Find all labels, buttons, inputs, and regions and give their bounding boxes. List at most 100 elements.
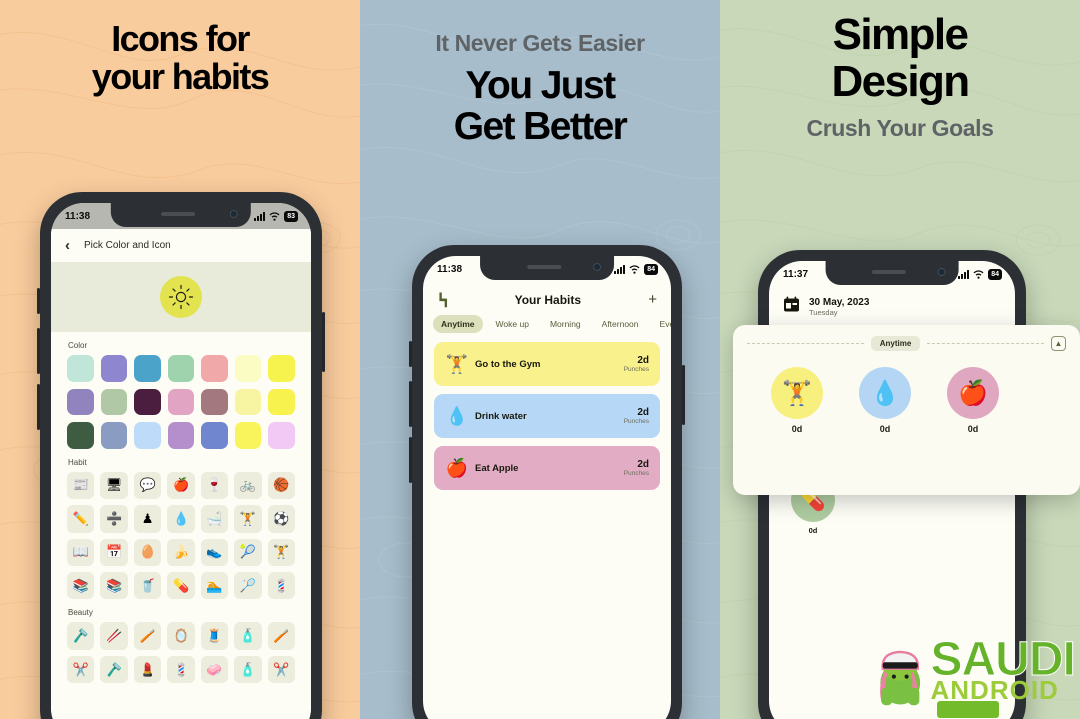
habit-circle-item[interactable]: 🏋 0d (771, 367, 823, 434)
color-swatch[interactable] (167, 388, 195, 416)
color-swatch[interactable] (67, 422, 94, 449)
tennis-racket-icon[interactable]: 🎾 (234, 538, 262, 567)
weightlifter-icon[interactable]: 🏋 (234, 505, 262, 533)
color-swatch[interactable] (100, 355, 128, 382)
color-swatch[interactable] (167, 355, 195, 382)
lipstick-icon[interactable]: 💄 (133, 655, 162, 684)
toothbrush-icon[interactable]: 🪥 (133, 622, 162, 650)
soap-bar-icon[interactable]: 🧼 (200, 655, 229, 684)
pencil-icon[interactable]: ✏️ (67, 505, 95, 533)
anytime-overlay-card[interactable]: Anytime ▲ 🏋 0d 💧 0d 🍎 0d (733, 325, 1080, 495)
running-shoe-icon[interactable]: 👟 (200, 538, 229, 567)
battery-indicator: 83 (284, 210, 298, 222)
chat-bubble-icon[interactable]: 💬 (133, 471, 162, 500)
tweezers-icon[interactable]: ✂️ (67, 655, 95, 684)
habit-icon-grid[interactable]: 📰 🖥 💬 🍎 🍷 🚲 🏀 ✏️ ➗ ♟ 💧 🛁 🏋 ⚽ 📖 📅 🥚 🍌 👟 🎾 🏋 📚 📚 🥤 💊 🏊 🏸 💈 (51, 471, 311, 600)
color-swatch-grid[interactable] (51, 355, 311, 449)
overlay-habit-circles[interactable]: 🏋 0d 💧 0d 🍎 0d (733, 351, 1080, 434)
color-swatch[interactable] (100, 422, 128, 449)
color-swatch[interactable] (67, 355, 94, 382)
front-camera-icon (937, 268, 946, 276)
desk-computer-icon[interactable]: 🖥 (100, 471, 128, 500)
habit-circle-item[interactable]: 💧 0d (859, 367, 911, 434)
bathtub-icon[interactable]: 🛁 (200, 505, 229, 533)
overlay-section-header: Anytime ▲ (733, 325, 1080, 351)
apple-icon[interactable]: 🍎 (947, 367, 999, 419)
phone-notch (110, 203, 252, 227)
color-swatch[interactable] (234, 388, 262, 416)
wine-glass-icon[interactable]: 🍷 (200, 471, 229, 500)
swimming-pool-icon[interactable]: 🏊 (200, 572, 229, 600)
bicycle-icon[interactable]: 🚲 (234, 471, 262, 500)
toothbrush-blue-icon[interactable]: 🪥 (267, 622, 296, 650)
color-swatch[interactable] (234, 355, 262, 382)
apple-icon[interactable]: 🍎 (167, 471, 195, 500)
chevron-up-icon[interactable]: ▲ (1051, 336, 1066, 351)
water-drop-icon[interactable]: 💧 (167, 505, 195, 533)
phone-power-button (322, 312, 325, 372)
razor-blade-icon[interactable]: 🪒 (67, 622, 95, 650)
color-swatch[interactable] (201, 388, 228, 416)
cream-tube-icon[interactable]: 🧴 (234, 655, 262, 684)
open-book-icon[interactable]: 📖 (67, 538, 95, 567)
soccer-ball-icon[interactable]: ⚽ (267, 505, 296, 533)
battery-indicator: 84 (988, 268, 1002, 280)
egg-icon[interactable]: 🥚 (133, 538, 162, 567)
color-swatch[interactable] (134, 422, 161, 449)
color-swatch[interactable] (167, 422, 195, 449)
habit-card[interactable]: 🍎 Eat Apple 2d Punches (434, 446, 660, 490)
status-time: 11:38 (437, 263, 463, 275)
color-swatch[interactable] (201, 422, 228, 449)
sun-icon[interactable] (160, 276, 202, 318)
tab-afternoon[interactable]: Afternoon (594, 315, 647, 333)
tab-morning[interactable]: Morning (542, 315, 589, 333)
tab-eve[interactable]: Eve (652, 315, 671, 333)
color-swatch[interactable] (134, 355, 161, 382)
plus-icon[interactable]: + (648, 292, 657, 307)
tab-anytime[interactable]: Anytime (433, 315, 483, 333)
color-swatch[interactable] (234, 422, 262, 449)
hand-mirror-icon[interactable]: 🪞 (167, 622, 195, 650)
chevron-left-icon[interactable]: ‹ (65, 238, 70, 253)
app-logo-icon[interactable]: ┗┓ (437, 293, 450, 307)
bookshelf-icon[interactable]: 📚 (100, 572, 128, 600)
habit-streak-label: 0d (791, 424, 803, 434)
color-swatch[interactable] (67, 388, 94, 416)
habit-card[interactable]: 🏋 Go to the Gym 2d Punches (434, 342, 660, 386)
cotton-swab-icon[interactable]: 🧵 (200, 622, 229, 650)
beauty-icon-grid[interactable]: 🪒 🥢 🪥 🪞 🧵 🧴 🪥 ✂️ 🪒 💄 💈 🧼 🧴 ✂️ (51, 622, 311, 684)
lotion-bottle-icon[interactable]: 🧴 (234, 622, 262, 650)
dumbbell-icon[interactable]: 🏋 (771, 367, 823, 419)
color-swatch[interactable] (134, 388, 161, 416)
habit-card[interactable]: 💧 Drink water 2d Punches (434, 394, 660, 438)
chess-pawn-icon[interactable]: ♟ (133, 505, 162, 533)
date-header[interactable]: 30 May, 2023 Tuesday (769, 287, 1015, 325)
calendar-icon[interactable]: 📅 (100, 538, 128, 567)
math-symbols-icon[interactable]: ➗ (100, 505, 128, 533)
habit-circle-item[interactable]: 🍎 0d (947, 367, 999, 434)
scissors-icon[interactable]: ✂️ (267, 655, 296, 684)
drink-cup-icon[interactable]: 🥤 (133, 572, 162, 600)
badminton-icon[interactable]: 🏸 (234, 572, 262, 600)
color-swatch[interactable] (100, 388, 128, 416)
tab-woke-up[interactable]: Woke up (488, 315, 537, 333)
eyelash-curler-icon[interactable]: 🥢 (100, 622, 128, 650)
dumbbell-icon: 🏋 (445, 353, 469, 374)
time-of-day-tabs[interactable]: Anytime Woke up Morning Afternoon Eve (423, 315, 671, 342)
shaver-icon[interactable]: 🪒 (100, 655, 128, 684)
hairdryer-icon[interactable]: 💈 (167, 655, 195, 684)
newspaper-icon[interactable]: 📰 (67, 471, 95, 500)
hair-dryer-icon[interactable]: 💈 (267, 572, 296, 600)
basketball-icon[interactable]: 🏀 (267, 471, 296, 500)
color-swatch[interactable] (268, 355, 296, 382)
color-swatch[interactable] (201, 355, 228, 382)
water-drop-icon[interactable]: 💧 (859, 367, 911, 419)
book-stack-icon[interactable]: 📚 (67, 572, 95, 600)
dashed-divider-left (747, 343, 864, 344)
pills-icon[interactable]: 💊 (167, 572, 195, 600)
color-swatch[interactable] (268, 388, 296, 416)
habit-card-list[interactable]: 🏋 Go to the Gym 2d Punches 💧 Drink water 2d Pun… (423, 342, 671, 490)
color-swatch[interactable] (268, 422, 296, 449)
bananas-icon[interactable]: 🍌 (167, 538, 195, 567)
dumbbell-icon[interactable]: 🏋 (267, 538, 296, 567)
